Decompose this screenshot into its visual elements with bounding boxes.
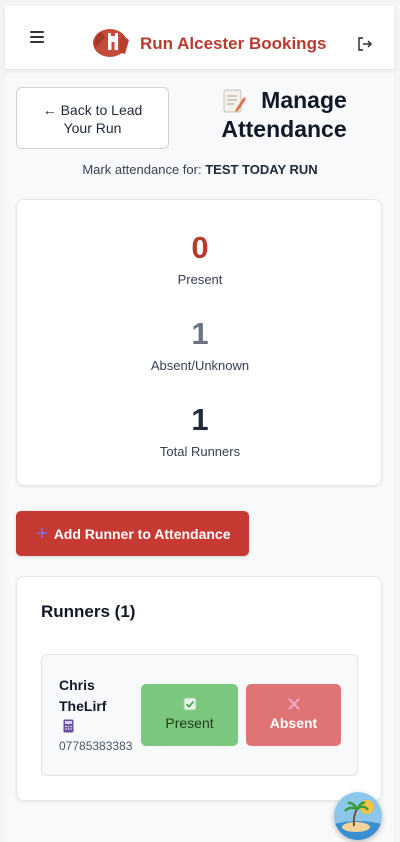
back-to-lead-run-button[interactable]: ← Back to Lead Your Run <box>16 87 169 149</box>
mark-absent-button[interactable]: Absent <box>246 684 341 746</box>
attendance-stats-card: 0 Present 1 Absent/Unknown 1 Total Runne… <box>16 199 382 486</box>
runner-name: Chris TheLirf <box>59 675 129 717</box>
absent-label: Absent/Unknown <box>150 358 250 373</box>
back-button-label-line2: Your Run <box>63 120 122 136</box>
present-label: Present <box>177 272 223 287</box>
total-label: Total Runners <box>159 444 241 459</box>
present-button-label: Present <box>165 715 214 731</box>
subtitle-prefix: Mark attendance for: <box>82 162 202 177</box>
total-count: 1 <box>191 402 209 437</box>
island-icon[interactable] <box>334 792 382 840</box>
absent-count: 1 <box>191 316 209 351</box>
back-button-label-line1: ← Back to Lead <box>42 102 143 118</box>
castle-logo-icon[interactable] <box>91 24 131 58</box>
absent-button-label: Absent <box>269 715 318 731</box>
hamburger-icon[interactable] <box>30 31 44 45</box>
phone-icon <box>63 719 74 733</box>
attendance-subtitle: Mark attendance for: TEST TODAY RUN <box>0 162 400 177</box>
page-title-line2: Attendance <box>221 116 347 142</box>
runners-title: Runners (1) <box>41 602 136 621</box>
check-icon <box>183 697 196 711</box>
absent-stat: 1 Absent/Unknown <box>17 314 383 373</box>
close-icon <box>287 698 300 710</box>
runner-first-name: Chris <box>59 677 95 693</box>
logout-icon[interactable] <box>357 36 373 52</box>
add-runner-label: Add Runner to Attendance <box>53 525 231 542</box>
mark-present-button[interactable]: Present <box>141 684 238 746</box>
page-title-line1: Manage <box>261 87 347 113</box>
runners-card: Runners (1) Chris TheLirf 07785383383 Pr… <box>16 576 382 801</box>
total-stat: 1 Total Runners <box>17 400 383 459</box>
page-title: Manage Attendance <box>212 86 356 144</box>
brand-title[interactable]: Run Alcester Bookings <box>140 34 326 54</box>
runner-phone: 07785383383 <box>59 739 133 753</box>
runner-row: Chris TheLirf 07785383383 Present Absent <box>41 654 358 776</box>
present-count: 0 <box>191 230 209 265</box>
present-stat: 0 Present <box>17 228 383 287</box>
app-header: Run Alcester Bookings <box>5 6 394 70</box>
plus-icon: + <box>36 522 48 545</box>
runner-last-name: TheLirf <box>59 698 107 714</box>
run-name: TEST TODAY RUN <box>205 162 318 177</box>
add-runner-button[interactable]: + Add Runner to Attendance <box>16 511 249 556</box>
